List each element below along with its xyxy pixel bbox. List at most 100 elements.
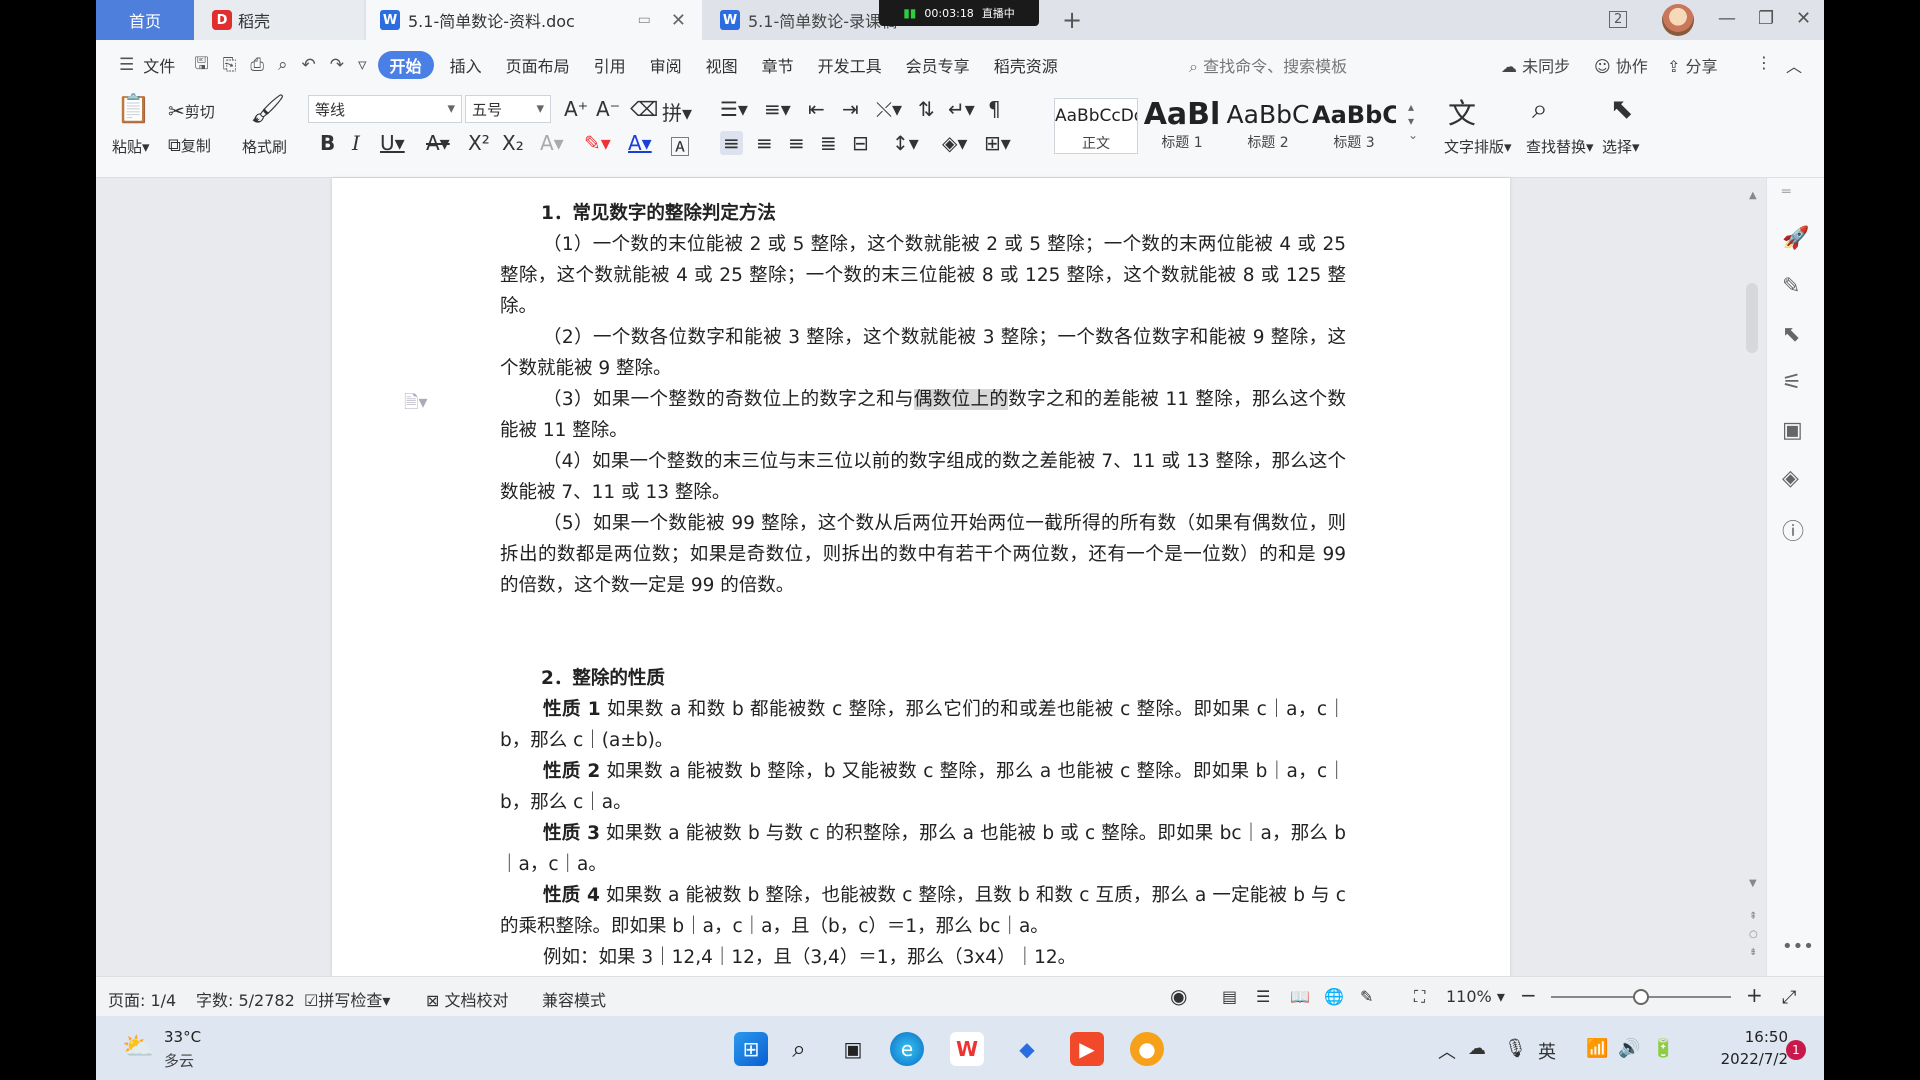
paste-icon[interactable]: 📋 (116, 92, 151, 125)
eye-protection-icon[interactable]: ◉ (1170, 984, 1187, 1008)
show-marks-icon[interactable]: ¶ (988, 97, 1001, 121)
adjust-icon[interactable]: ⚟ (1782, 370, 1802, 395)
more-icon[interactable]: ⋮ (1756, 53, 1772, 72)
justify-icon[interactable]: ≣ (820, 131, 837, 155)
char-border-icon[interactable]: 🄰 (670, 131, 690, 160)
hamburger-icon[interactable]: ☰ (112, 55, 141, 75)
font-family-select[interactable]: 等线 ▾ (308, 95, 462, 123)
style-heading-1[interactable]: AaBl 标题 1 (1140, 98, 1224, 154)
close-tab-icon[interactable]: ✕ (671, 10, 686, 31)
wifi-icon[interactable]: 📶 (1586, 1038, 1608, 1059)
doc-proofread-button[interactable]: ⊠ 文档校对 (426, 987, 509, 1011)
numbered-list-icon[interactable]: ≡▾ (764, 97, 791, 121)
line-break-icon[interactable]: ↵▾ (948, 97, 975, 121)
font-size-select[interactable]: 五号 ▾ (465, 95, 551, 123)
menu-tab-chapter[interactable]: 章节 (750, 40, 806, 90)
spell-check-button[interactable]: ☑拼写检查▾ (304, 987, 390, 1011)
read-view-icon[interactable]: 📖 (1290, 987, 1310, 1006)
text-effect-icon[interactable]: A▾ (540, 131, 564, 155)
dropdown-icon[interactable]: ▿ (351, 55, 374, 75)
paragraph-handle-icon[interactable]: 🗎▾ (404, 390, 428, 420)
menu-tab-member[interactable]: 会员专享 (894, 40, 982, 90)
format-painter-button[interactable]: 格式刷 (242, 136, 287, 157)
clock-date[interactable]: 2022/7/2 (1692, 1050, 1788, 1068)
minimize-icon[interactable]: — (1718, 8, 1736, 29)
tab-home[interactable]: 首页 (96, 0, 194, 40)
share-button[interactable]: ⇪ 分享 (1667, 53, 1718, 77)
copy-button[interactable]: ⧉ 复制 (168, 135, 211, 156)
style-heading-3[interactable]: AaBbC 标题 3 (1312, 98, 1396, 154)
menu-tab-view[interactable]: 视图 (694, 40, 750, 90)
align-center-icon[interactable]: ≡ (756, 131, 773, 155)
cloud-app-icon[interactable]: ● (1130, 1032, 1164, 1066)
strikethrough-icon[interactable]: A▾ (426, 131, 450, 155)
text-layout-icon[interactable]: 文 (1448, 92, 1476, 132)
notification-badge[interactable]: 1 (1786, 1040, 1806, 1060)
menu-tab-insert[interactable]: 插入 (438, 40, 494, 90)
menu-tab-layout[interactable]: 页面布局 (494, 40, 582, 90)
sort-icon[interactable]: ⇅ (918, 97, 935, 121)
bullet-list-icon[interactable]: ☰▾ (720, 97, 748, 121)
scrollbar-thumb[interactable] (1746, 283, 1758, 353)
clock-time[interactable]: 16:50 (1716, 1028, 1788, 1046)
document-content[interactable]: 1．常见数字的整除判定方法 （1）一个数的末位能被 2 或 5 整除，这个数就能… (500, 198, 1346, 973)
redo-icon[interactable]: ↷ (323, 55, 351, 75)
new-tab-button[interactable]: + (1062, 6, 1082, 34)
tray-overflow-icon[interactable]: ︿ (1438, 1038, 1456, 1064)
battery-icon[interactable]: 🔋 (1652, 1038, 1674, 1059)
fit-page-icon[interactable]: ⛶ (1414, 987, 1425, 1007)
preview-icon[interactable]: ⌕ (271, 55, 295, 75)
zoom-out-icon[interactable]: − (1520, 983, 1537, 1007)
close-window-icon[interactable]: ✕ (1796, 8, 1811, 29)
compass-icon[interactable]: ◈ (1782, 466, 1799, 491)
scroll-up-icon[interactable]: ▲ (1749, 190, 1757, 201)
style-heading-2[interactable]: AaBbC 标题 2 (1226, 98, 1310, 154)
write-view-icon[interactable]: ✎ (1360, 987, 1373, 1006)
clear-format-icon[interactable]: ⌫ (630, 97, 658, 121)
microphone-icon[interactable]: 🎙 (1504, 1038, 1527, 1059)
print-icon[interactable]: ⎙ (243, 55, 271, 75)
collab-button[interactable]: ☺ 协作 (1594, 53, 1648, 77)
style-normal[interactable]: AaBbCcDd 正文 (1054, 98, 1138, 154)
collapse-ribbon-icon[interactable]: ︿ (1786, 53, 1802, 77)
document-page[interactable]: 1．常见数字的整除判定方法 （1）一个数的末位能被 2 或 5 整除，这个数就能… (332, 178, 1510, 976)
shrink-font-icon[interactable]: A⁻ (596, 97, 620, 121)
selected-text[interactable]: 偶数位上的 (913, 389, 1009, 410)
onedrive-icon[interactable]: ☁ (1468, 1038, 1486, 1059)
ime-indicator[interactable]: 英 (1538, 1038, 1556, 1064)
menu-tab-start[interactable]: 开始 (377, 51, 434, 79)
zoom-slider-knob[interactable] (1633, 989, 1649, 1005)
restore-icon[interactable]: ❐ (1758, 8, 1774, 29)
increase-indent-icon[interactable]: ⇥ (842, 97, 859, 121)
more-dots-icon[interactable]: ••• (1782, 936, 1814, 957)
page-view-icon[interactable]: ▤ (1222, 987, 1237, 1006)
scroll-down-icon[interactable]: ▼ (1749, 878, 1757, 889)
sync-status[interactable]: ☁ 未同步 (1501, 53, 1570, 77)
volume-icon[interactable]: 🔊 (1618, 1038, 1640, 1059)
zoom-select[interactable]: 110% ▾ (1446, 987, 1505, 1006)
line-spacing-icon[interactable]: ↕▾ (892, 131, 919, 155)
distribute-icon[interactable]: ⊟ (852, 131, 869, 155)
align-right-icon[interactable]: ≡ (788, 131, 805, 155)
shading-icon[interactable]: ◈▾ (942, 131, 967, 155)
taskbar-search-icon[interactable]: ⌕ (782, 1032, 816, 1066)
security-app-icon[interactable]: ◆ (1010, 1032, 1044, 1066)
align-left-icon[interactable]: ≡ (720, 131, 743, 155)
export-icon[interactable]: ⎘ (216, 55, 244, 75)
tab-doc-ziliao[interactable]: W 5.1-简单数论-资料.doc ▭ ✕ (366, 0, 702, 40)
menu-tab-daoke[interactable]: 稻壳资源 (982, 40, 1070, 90)
menu-tab-devtools[interactable]: 开发工具 (806, 40, 894, 90)
sidebar-handle-icon[interactable]: ═ (1782, 184, 1790, 200)
temperature[interactable]: 33°C (164, 1028, 201, 1046)
cursor-icon[interactable]: ⬉ (1782, 322, 1800, 347)
video-app-icon[interactable]: ▶ (1070, 1032, 1104, 1066)
pen-icon[interactable]: ✎ (1782, 274, 1800, 299)
select-button[interactable]: 选择 ▾ (1602, 136, 1640, 157)
subscript-icon[interactable]: X₂ (502, 131, 524, 155)
underline-icon[interactable]: U▾ (380, 131, 405, 155)
italic-icon[interactable]: I (352, 131, 360, 155)
menu-tab-references[interactable]: 引用 (582, 40, 638, 90)
find-replace-icon[interactable]: ⌕ (1532, 92, 1548, 126)
user-avatar[interactable] (1662, 4, 1694, 36)
tab-daoke[interactable]: D 稻壳 (194, 0, 364, 40)
